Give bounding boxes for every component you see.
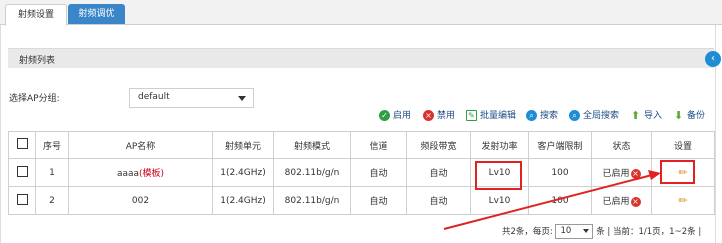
pagination: 共2条，每页: 10 条 | 当前：1/1页，1~2条 | [502, 224, 701, 239]
annotation-arrow [443, 170, 661, 230]
per-page-unit: 条 [596, 227, 605, 237]
per-page-select[interactable]: 10 [555, 224, 594, 239]
per-page-value: 10 [560, 226, 572, 236]
separator: | [607, 227, 611, 237]
separator: | [698, 227, 702, 237]
total-count: 共2条，每页: [502, 227, 553, 237]
current-page-info: 当前：1/1页，1~2条 [612, 227, 696, 237]
chevron-down-icon [583, 229, 590, 233]
